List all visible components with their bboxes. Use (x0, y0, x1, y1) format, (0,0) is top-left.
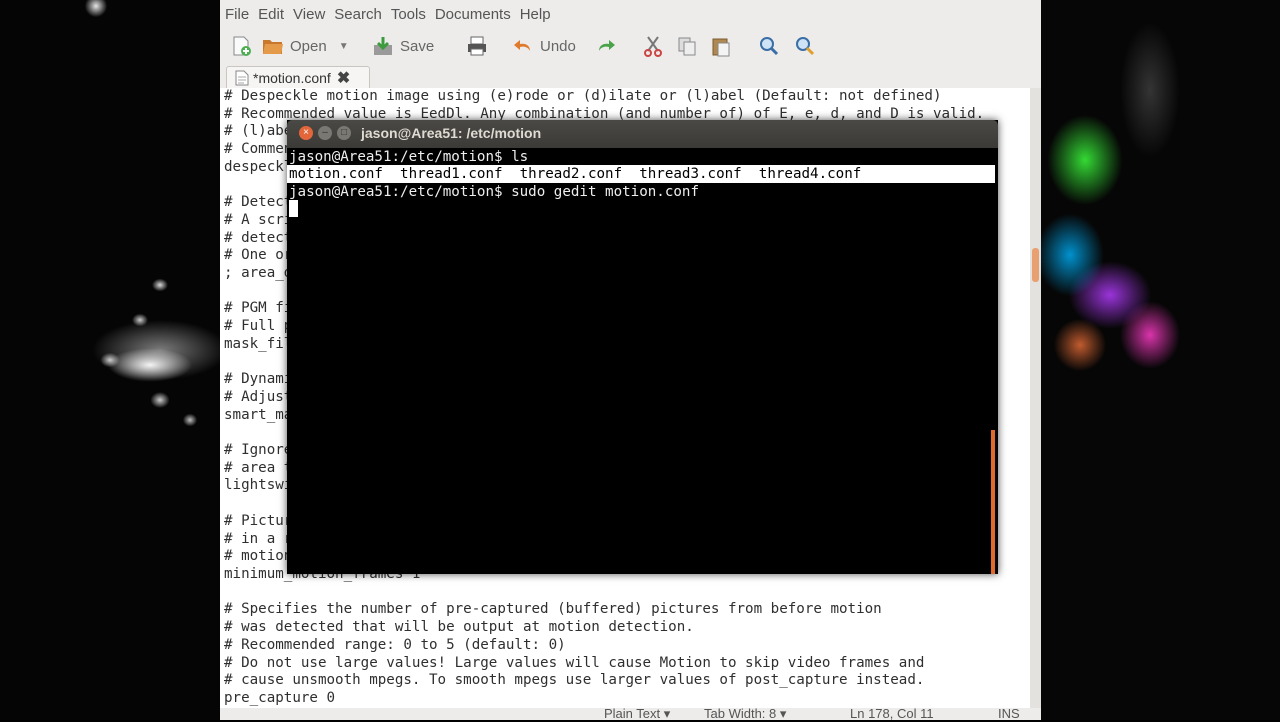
menu-search[interactable]: Search (334, 6, 382, 23)
terminal-titlebar[interactable]: × – □ jason@Area51: /etc/motion (287, 120, 998, 148)
find-replace-icon (796, 37, 815, 56)
menu-view[interactable]: View (293, 6, 325, 23)
paste-button[interactable] (710, 32, 732, 60)
new-document-icon (233, 36, 251, 56)
copy-button[interactable] (676, 32, 698, 60)
menu-bar: File Edit View Search Tools Documents He… (220, 2, 555, 26)
search-icon (760, 37, 779, 56)
close-tab-icon[interactable]: ✖ (337, 68, 350, 88)
terminal-title: jason@Area51: /etc/motion (361, 125, 542, 141)
terminal-scrollbar[interactable] (991, 430, 995, 574)
editor-scrollbar[interactable] (1030, 88, 1041, 708)
menu-edit[interactable]: Edit (258, 6, 284, 23)
editor-scrollbar-thumb[interactable] (1032, 248, 1039, 282)
folder-open-icon (263, 40, 283, 54)
redo-button[interactable] (595, 32, 617, 60)
terminal-line-selected: motion.conf thread1.conf thread2.conf th… (287, 165, 995, 183)
tab-motion-conf[interactable]: *motion.conf ✖ (226, 66, 370, 89)
redo-icon (599, 40, 615, 51)
status-bar: Plain Text ▾ Tab Width: 8 ▾ Ln 178, Col … (220, 706, 1041, 721)
paste-icon (712, 38, 730, 57)
open-label: Open (290, 37, 327, 55)
cut-button[interactable] (642, 32, 664, 60)
maximize-window-icon[interactable]: □ (337, 126, 351, 140)
terminal-cursor (289, 200, 298, 217)
printer-icon (468, 36, 486, 56)
menu-documents[interactable]: Documents (435, 6, 511, 23)
new-button[interactable] (230, 32, 252, 60)
scissors-icon (644, 36, 662, 57)
open-button[interactable]: Open ▼ (262, 32, 349, 60)
save-icon (374, 37, 392, 55)
undo-label: Undo (540, 37, 576, 55)
open-dropdown-arrow-icon[interactable]: ▼ (339, 41, 349, 52)
find-button[interactable] (758, 32, 780, 60)
menu-help[interactable]: Help (520, 6, 551, 23)
desktop-wallpaper-right (1041, 0, 1280, 720)
tab-label: *motion.conf (253, 70, 331, 86)
menu-tools[interactable]: Tools (391, 6, 426, 23)
save-label: Save (400, 37, 435, 55)
terminal-body[interactable]: jason@Area51:/etc/motion$ ls motion.conf… (287, 148, 998, 574)
cursor-position: Ln 178, Col 11 (850, 706, 934, 721)
text-file-icon (235, 70, 249, 86)
insert-mode: INS (998, 706, 1020, 721)
copy-icon (678, 37, 696, 56)
toolbar: Open ▼ Save Undo (220, 28, 1041, 64)
undo-button[interactable]: Undo (512, 32, 576, 60)
minimize-window-icon[interactable]: – (318, 126, 332, 140)
close-window-icon[interactable]: × (299, 126, 313, 140)
terminal-line: jason@Area51:/etc/motion$ sudo gedit mot… (289, 184, 699, 200)
replace-button[interactable] (794, 32, 816, 60)
menu-file[interactable]: File (225, 6, 249, 23)
print-button[interactable] (466, 32, 488, 60)
terminal-line: jason@Area51:/etc/motion$ ls (289, 149, 529, 165)
desktop-wallpaper-left (0, 0, 220, 720)
tab-bar: *motion.conf ✖ (220, 66, 1041, 89)
terminal-window: × – □ jason@Area51: /etc/motion jason@Ar… (287, 120, 998, 574)
undo-icon (514, 40, 530, 51)
save-button[interactable]: Save (372, 32, 434, 60)
